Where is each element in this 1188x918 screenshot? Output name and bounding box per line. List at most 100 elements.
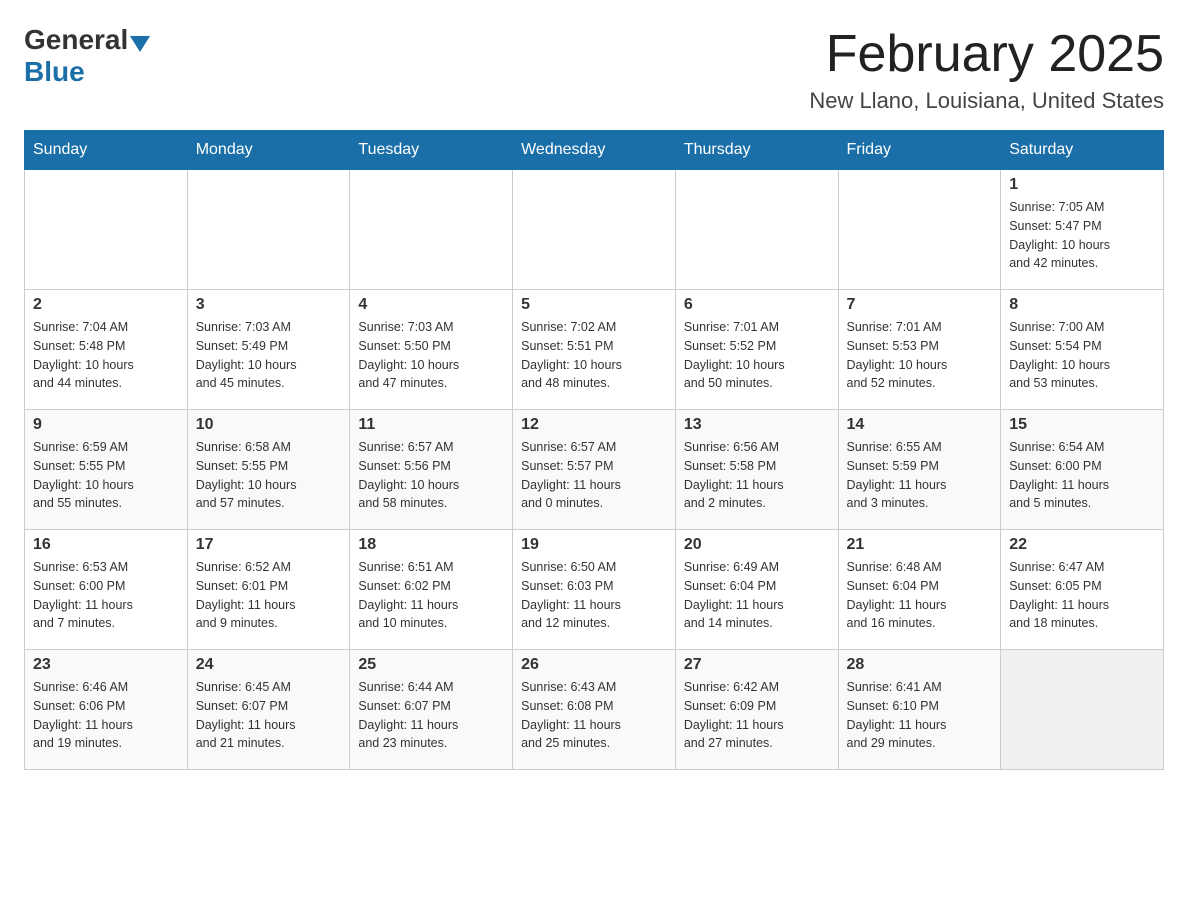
day-info: Sunrise: 6:46 AMSunset: 6:06 PMDaylight:…: [33, 678, 179, 753]
title-section: February 2025 New Llano, Louisiana, Unit…: [809, 24, 1164, 114]
day-number: 8: [1009, 296, 1155, 314]
calendar-cell: 21 Sunrise: 6:48 AMSunset: 6:04 PMDayligh…: [838, 530, 1001, 650]
calendar-cell: [187, 170, 350, 290]
calendar-cell: [1001, 650, 1164, 770]
day-info: Sunrise: 6:57 AMSunset: 5:57 PMDaylight:…: [521, 438, 667, 513]
day-number: 13: [684, 416, 830, 434]
day-number: 3: [196, 296, 342, 314]
day-info: Sunrise: 7:01 AMSunset: 5:52 PMDaylight:…: [684, 318, 830, 393]
calendar-cell: 24 Sunrise: 6:45 AMSunset: 6:07 PMDayligh…: [187, 650, 350, 770]
calendar-cell: 9 Sunrise: 6:59 AMSunset: 5:55 PMDaylight…: [25, 410, 188, 530]
day-number: 18: [358, 536, 504, 554]
day-info: Sunrise: 6:55 AMSunset: 5:59 PMDaylight:…: [847, 438, 993, 513]
day-number: 28: [847, 656, 993, 674]
calendar-cell: [675, 170, 838, 290]
day-info: Sunrise: 6:41 AMSunset: 6:10 PMDaylight:…: [847, 678, 993, 753]
calendar-cell: 28 Sunrise: 6:41 AMSunset: 6:10 PMDayligh…: [838, 650, 1001, 770]
day-number: 4: [358, 296, 504, 314]
day-number: 27: [684, 656, 830, 674]
day-info: Sunrise: 6:45 AMSunset: 6:07 PMDaylight:…: [196, 678, 342, 753]
logo-blue-text: Blue: [24, 56, 85, 88]
day-number: 6: [684, 296, 830, 314]
calendar-cell: 17 Sunrise: 6:52 AMSunset: 6:01 PMDayligh…: [187, 530, 350, 650]
day-header-sunday: Sunday: [25, 131, 188, 170]
calendar-cell: 15Sunrise: 6:54 AMSunset: 6:00 PMDayligh…: [1001, 410, 1164, 530]
calendar-cell: 10 Sunrise: 6:58 AMSunset: 5:55 PMDayligh…: [187, 410, 350, 530]
day-info: Sunrise: 6:44 AMSunset: 6:07 PMDaylight:…: [358, 678, 504, 753]
day-info: Sunrise: 7:03 AMSunset: 5:49 PMDaylight:…: [196, 318, 342, 393]
day-number: 23: [33, 656, 179, 674]
calendar-cell: 1Sunrise: 7:05 AMSunset: 5:47 PMDaylight…: [1001, 170, 1164, 290]
logo-general: General: [24, 24, 128, 56]
calendar-cell: 23 Sunrise: 6:46 AMSunset: 6:06 PMDayligh…: [25, 650, 188, 770]
calendar-cell: 7Sunrise: 7:01 AMSunset: 5:53 PMDaylight…: [838, 290, 1001, 410]
day-number: 17: [196, 536, 342, 554]
calendar-cell: 12 Sunrise: 6:57 AMSunset: 5:57 PMDayligh…: [513, 410, 676, 530]
day-header-wednesday: Wednesday: [513, 131, 676, 170]
day-info: Sunrise: 7:03 AMSunset: 5:50 PMDaylight:…: [358, 318, 504, 393]
logo: General Blue: [24, 24, 152, 88]
calendar-cell: [350, 170, 513, 290]
logo-arrow-icon: [130, 36, 150, 52]
calendar-cell: 16Sunrise: 6:53 AMSunset: 6:00 PMDayligh…: [25, 530, 188, 650]
day-number: 21: [847, 536, 993, 554]
day-info: Sunrise: 6:52 AMSunset: 6:01 PMDaylight:…: [196, 558, 342, 633]
week-row-2: 2 Sunrise: 7:04 AMSunset: 5:48 PMDaylight…: [25, 290, 1164, 410]
week-row-1: 1Sunrise: 7:05 AMSunset: 5:47 PMDaylight…: [25, 170, 1164, 290]
day-info: Sunrise: 7:00 AMSunset: 5:54 PMDaylight:…: [1009, 318, 1155, 393]
day-number: 16: [33, 536, 179, 554]
calendar-cell: 4 Sunrise: 7:03 AMSunset: 5:50 PMDaylight…: [350, 290, 513, 410]
calendar-cell: 11Sunrise: 6:57 AMSunset: 5:56 PMDayligh…: [350, 410, 513, 530]
week-row-3: 9 Sunrise: 6:59 AMSunset: 5:55 PMDaylight…: [25, 410, 1164, 530]
day-header-saturday: Saturday: [1001, 131, 1164, 170]
calendar-cell: 2 Sunrise: 7:04 AMSunset: 5:48 PMDaylight…: [25, 290, 188, 410]
day-info: Sunrise: 6:47 AMSunset: 6:05 PMDaylight:…: [1009, 558, 1155, 633]
day-number: 10: [196, 416, 342, 434]
week-row-4: 16Sunrise: 6:53 AMSunset: 6:00 PMDayligh…: [25, 530, 1164, 650]
week-row-5: 23 Sunrise: 6:46 AMSunset: 6:06 PMDayligh…: [25, 650, 1164, 770]
day-info: Sunrise: 6:49 AMSunset: 6:04 PMDaylight:…: [684, 558, 830, 633]
calendar-cell: 5 Sunrise: 7:02 AMSunset: 5:51 PMDaylight…: [513, 290, 676, 410]
day-number: 7: [847, 296, 993, 314]
day-number: 9: [33, 416, 179, 434]
calendar-cell: 26Sunrise: 6:43 AMSunset: 6:08 PMDayligh…: [513, 650, 676, 770]
day-number: 5: [521, 296, 667, 314]
calendar-cell: 3 Sunrise: 7:03 AMSunset: 5:49 PMDaylight…: [187, 290, 350, 410]
calendar-cell: 18Sunrise: 6:51 AMSunset: 6:02 PMDayligh…: [350, 530, 513, 650]
day-info: Sunrise: 6:48 AMSunset: 6:04 PMDaylight:…: [847, 558, 993, 633]
page-header: General Blue February 2025 New Llano, Lo…: [24, 24, 1164, 114]
day-header-thursday: Thursday: [675, 131, 838, 170]
day-info: Sunrise: 6:54 AMSunset: 6:00 PMDaylight:…: [1009, 438, 1155, 513]
day-info: Sunrise: 6:42 AMSunset: 6:09 PMDaylight:…: [684, 678, 830, 753]
calendar-cell: 19 Sunrise: 6:50 AMSunset: 6:03 PMDayligh…: [513, 530, 676, 650]
calendar-cell: 8 Sunrise: 7:00 AMSunset: 5:54 PMDaylight…: [1001, 290, 1164, 410]
day-number: 20: [684, 536, 830, 554]
day-info: Sunrise: 6:58 AMSunset: 5:55 PMDaylight:…: [196, 438, 342, 513]
subtitle: New Llano, Louisiana, United States: [809, 88, 1164, 114]
calendar-header-row: SundayMondayTuesdayWednesdayThursdayFrid…: [25, 131, 1164, 170]
logo-text: General: [24, 24, 152, 56]
day-number: 14: [847, 416, 993, 434]
day-number: 24: [196, 656, 342, 674]
calendar-cell: [838, 170, 1001, 290]
day-number: 2: [33, 296, 179, 314]
day-info: Sunrise: 7:04 AMSunset: 5:48 PMDaylight:…: [33, 318, 179, 393]
day-info: Sunrise: 6:59 AMSunset: 5:55 PMDaylight:…: [33, 438, 179, 513]
calendar-cell: 20 Sunrise: 6:49 AMSunset: 6:04 PMDayligh…: [675, 530, 838, 650]
day-number: 22: [1009, 536, 1155, 554]
calendar-cell: 14 Sunrise: 6:55 AMSunset: 5:59 PMDayligh…: [838, 410, 1001, 530]
day-number: 19: [521, 536, 667, 554]
day-header-tuesday: Tuesday: [350, 131, 513, 170]
page-title: February 2025: [809, 24, 1164, 84]
day-number: 12: [521, 416, 667, 434]
day-header-friday: Friday: [838, 131, 1001, 170]
calendar-table: SundayMondayTuesdayWednesdayThursdayFrid…: [24, 130, 1164, 770]
logo-blue: Blue: [24, 56, 85, 87]
day-info: Sunrise: 6:50 AMSunset: 6:03 PMDaylight:…: [521, 558, 667, 633]
calendar-cell: 13Sunrise: 6:56 AMSunset: 5:58 PMDayligh…: [675, 410, 838, 530]
day-info: Sunrise: 7:05 AMSunset: 5:47 PMDaylight:…: [1009, 198, 1155, 273]
calendar-cell: 27 Sunrise: 6:42 AMSunset: 6:09 PMDayligh…: [675, 650, 838, 770]
calendar-cell: 22 Sunrise: 6:47 AMSunset: 6:05 PMDayligh…: [1001, 530, 1164, 650]
day-info: Sunrise: 6:43 AMSunset: 6:08 PMDaylight:…: [521, 678, 667, 753]
day-info: Sunrise: 7:02 AMSunset: 5:51 PMDaylight:…: [521, 318, 667, 393]
